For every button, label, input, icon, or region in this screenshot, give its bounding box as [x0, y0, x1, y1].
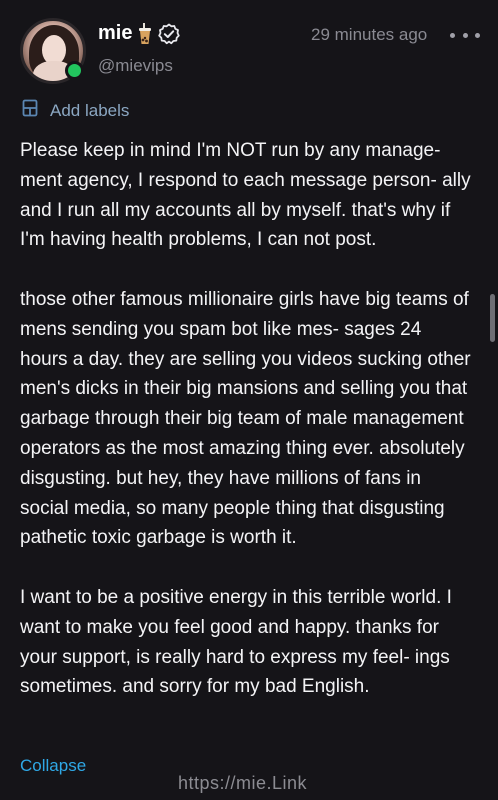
- post-paragraph: Please keep in mind I'm NOT run by any m…: [20, 140, 471, 251]
- post-paragraph: I want to be a positive energy in this t…: [20, 586, 452, 698]
- avatar[interactable]: [20, 18, 86, 84]
- online-status-dot: [65, 61, 84, 80]
- post-timestamp[interactable]: 29 minutes ago: [311, 25, 427, 45]
- labels-icon: [22, 99, 38, 122]
- post-text: Please keep in mind I'm NOT run by any m…: [20, 136, 472, 732]
- watermark-text: https://mie.Link: [178, 773, 308, 793]
- more-options-button[interactable]: [450, 24, 480, 46]
- bubble-tea-cup-icon: [138, 22, 152, 45]
- post-paragraph: those other famous millionaire girls hav…: [20, 288, 471, 549]
- display-name[interactable]: mie: [98, 22, 132, 45]
- add-labels-button[interactable]: Add labels: [22, 99, 129, 122]
- more-dots-icon: [450, 32, 455, 38]
- scrollbar-thumb[interactable]: [490, 294, 495, 342]
- add-labels-label: Add labels: [50, 100, 130, 120]
- name-line: mie: [98, 22, 181, 45]
- collapse-link[interactable]: Collapse: [20, 756, 86, 776]
- verified-badge-icon: [158, 23, 181, 45]
- post-header: mie @mievips 29 minutes ago: [0, 0, 498, 95]
- user-handle[interactable]: @mievips: [98, 56, 173, 76]
